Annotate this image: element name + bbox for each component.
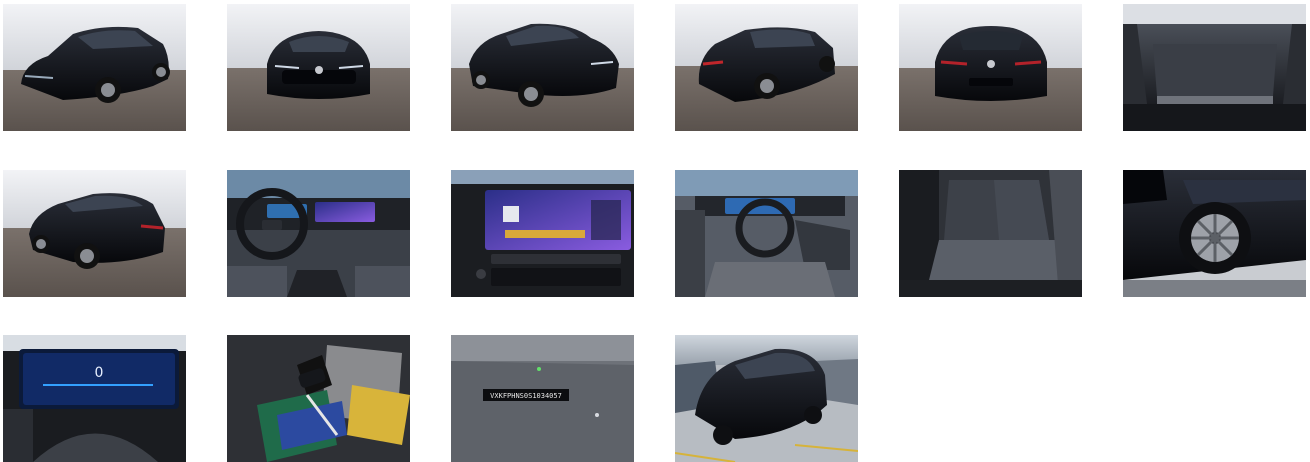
photo-thumbnail-rear[interactable] xyxy=(899,4,1082,131)
interior-photo xyxy=(451,170,634,297)
car-photo xyxy=(1123,170,1306,297)
photo-thumbnail-dashboard[interactable] xyxy=(227,170,410,297)
car-photo xyxy=(675,335,858,462)
car-photo xyxy=(451,4,634,131)
car-photo xyxy=(1123,4,1306,131)
photo-thumbnail-parking-lot[interactable] xyxy=(675,335,858,462)
photo-thumbnail-instrument-cluster[interactable]: 0 xyxy=(3,335,186,462)
vin-text: VXKFPHNS0S1034057 xyxy=(490,392,562,400)
photo-thumbnail-rear-right[interactable] xyxy=(675,4,858,131)
interior-photo xyxy=(899,170,1082,297)
car-photo xyxy=(3,170,186,297)
item-photo: VXKFPHNS0S1034057 xyxy=(451,335,634,462)
interior-photo: 0 xyxy=(3,335,186,462)
photo-thumbnail-rear-seats[interactable] xyxy=(899,170,1082,297)
interior-photo xyxy=(227,170,410,297)
photo-thumbnail-vin-plate[interactable]: VXKFPHNS0S1034057 xyxy=(451,335,634,462)
car-photo xyxy=(899,4,1082,131)
photo-thumbnail-infotainment[interactable] xyxy=(451,170,634,297)
photo-thumbnail-trunk[interactable] xyxy=(1123,4,1306,131)
car-photo xyxy=(227,4,410,131)
item-photo xyxy=(227,335,410,462)
photo-thumbnail-wheel[interactable] xyxy=(1123,170,1306,297)
photo-gallery: 0 VXKFPHNS0S1034057 xyxy=(0,0,1310,462)
interior-photo xyxy=(675,170,858,297)
photo-thumbnail-front-right[interactable] xyxy=(451,4,634,131)
car-photo xyxy=(3,4,186,131)
photo-thumbnail-driver-seat[interactable] xyxy=(675,170,858,297)
car-photo xyxy=(675,4,858,131)
speed-readout: 0 xyxy=(95,365,104,381)
photo-thumbnail-rear-left[interactable] xyxy=(3,170,186,297)
photo-thumbnail-keys-documents[interactable] xyxy=(227,335,410,462)
photo-thumbnail-front-left[interactable] xyxy=(3,4,186,131)
photo-thumbnail-front[interactable] xyxy=(227,4,410,131)
